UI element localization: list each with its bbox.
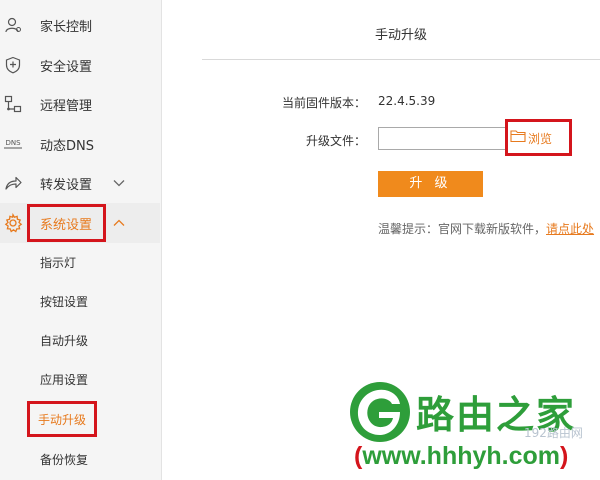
watermark-logo-icon <box>350 382 410 442</box>
sidebar-subitem-auto-upgrade[interactable]: 自动升级 <box>0 321 160 359</box>
sidebar-subitem-label: 手动升级 <box>38 412 87 427</box>
sidebar-item-label: 动态DNS <box>40 138 94 154</box>
sidebar-item-forwarding[interactable]: 转发设置 <box>0 163 160 203</box>
sidebar-subitem-label: 按钮设置 <box>40 294 89 309</box>
sidebar-subitem-label: 指示灯 <box>40 255 77 270</box>
sidebar-subitem-label: 备份恢复 <box>40 452 89 467</box>
gear-icon <box>3 213 23 233</box>
watermark-faint-text: 192路由网 <box>524 426 583 440</box>
sidebar-item-label: 安全设置 <box>40 59 93 75</box>
person-icon <box>3 15 23 35</box>
upgrade-file-label: 升级文件： <box>305 134 366 148</box>
shield-icon <box>3 55 23 75</box>
title-divider <box>202 59 600 60</box>
sidebar-item-security[interactable]: 安全设置 <box>0 45 160 85</box>
remote-icon <box>3 94 23 114</box>
sidebar-item-system-settings[interactable]: 系统设置 <box>0 203 160 243</box>
sidebar: 家长控制 安全设置 远程管理 DNS 动态DNS 转发设置 系统设置 指示灯 按… <box>0 0 162 480</box>
page-title: 手动升级 <box>374 28 427 43</box>
sidebar-subitem-label: 自动升级 <box>40 333 89 348</box>
sidebar-subitem-button-settings[interactable]: 按钮设置 <box>0 282 160 320</box>
chevron-down-icon[interactable] <box>112 176 126 190</box>
upgrade-file-input[interactable] <box>378 127 506 150</box>
sidebar-subitem-manual-upgrade[interactable]: 手动升级 <box>0 400 160 438</box>
watermark: 路由之家 192路由网 (www.hhhyh.com) <box>348 378 600 480</box>
sidebar-item-label: 转发设置 <box>40 177 93 193</box>
tip-text: 温馨提示：官网下载新版软件，请点此处 <box>378 220 594 237</box>
dns-icon: DNS <box>3 134 23 154</box>
watermark-domain: (www.hhhyh.com) <box>354 442 569 470</box>
sidebar-subitem-app-settings[interactable]: 应用设置 <box>0 360 160 398</box>
tip-prefix: 温馨提示：官网下载新版软件， <box>378 222 547 236</box>
sidebar-item-label: 家长控制 <box>40 19 93 35</box>
upgrade-button[interactable]: 升 级 <box>378 171 483 197</box>
sidebar-subitem-backup-restore[interactable]: 备份恢复 <box>0 440 160 478</box>
sidebar-subitem-indicator-light[interactable]: 指示灯 <box>0 243 160 281</box>
sidebar-item-label: 系统设置 <box>40 217 93 233</box>
sidebar-item-remote-management[interactable]: 远程管理 <box>0 84 160 124</box>
sidebar-item-parental-control[interactable]: 家长控制 <box>0 5 160 45</box>
chevron-up-icon[interactable] <box>112 216 126 230</box>
tip-download-link[interactable]: 请点此处 <box>546 222 594 236</box>
browse-button[interactable]: 浏览 <box>510 124 552 152</box>
browse-label: 浏览 <box>528 131 553 146</box>
firmware-version-label: 当前固件版本： <box>281 96 366 110</box>
sidebar-item-ddns[interactable]: DNS 动态DNS <box>0 124 160 164</box>
forward-icon <box>3 173 23 193</box>
svg-text:DNS: DNS <box>5 139 21 147</box>
sidebar-item-label: 远程管理 <box>40 98 93 114</box>
firmware-version-value: 22.4.5.39 <box>378 94 436 108</box>
folder-icon <box>510 129 526 147</box>
sidebar-subitem-label: 应用设置 <box>40 372 89 387</box>
